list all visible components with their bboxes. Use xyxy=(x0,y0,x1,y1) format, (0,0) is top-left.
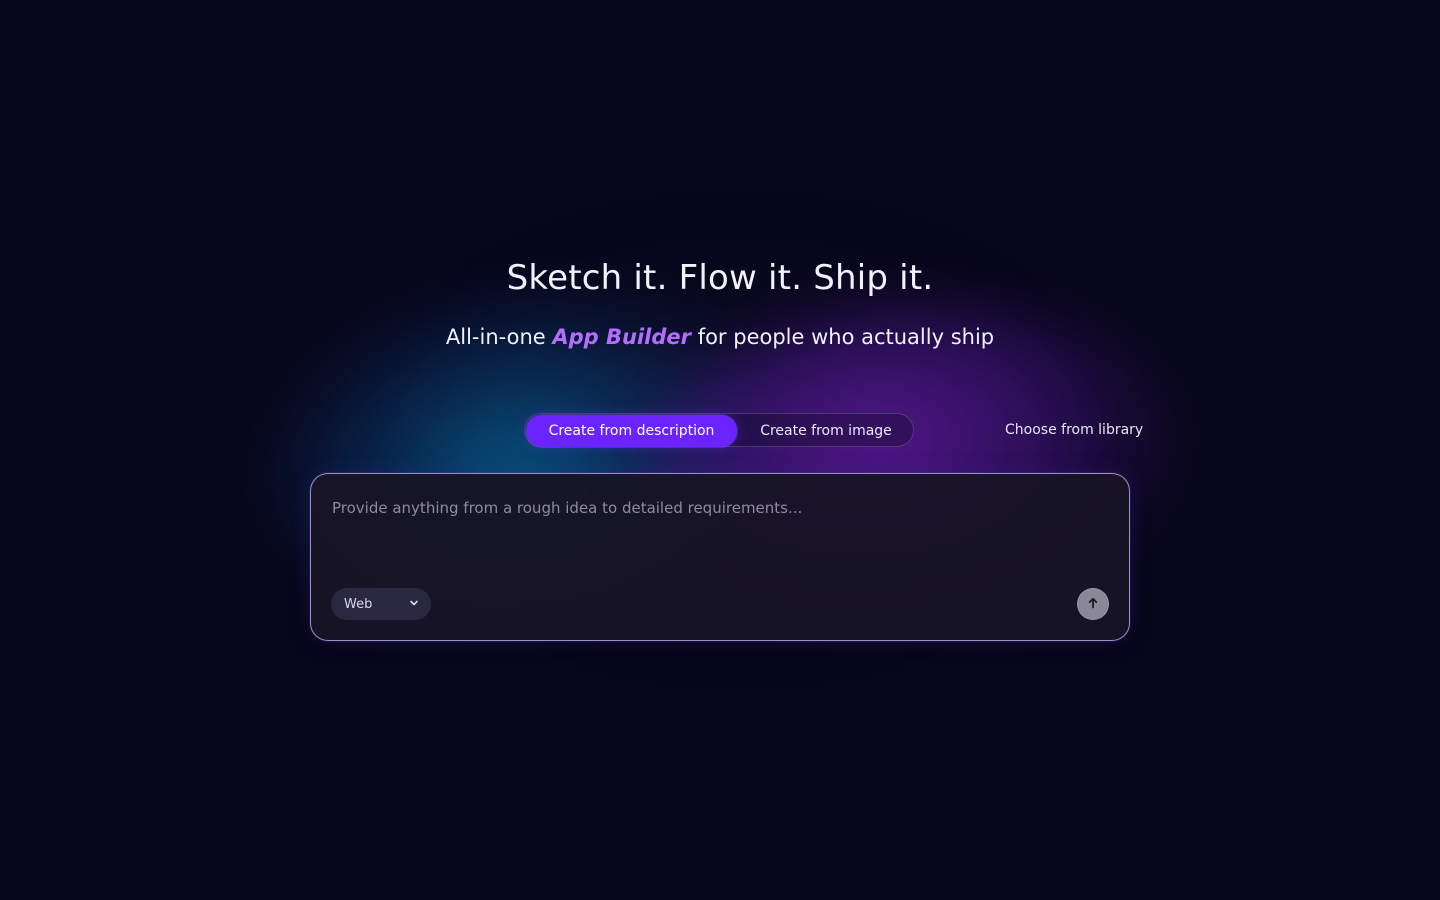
creation-mode-toggle: Create from description Create from imag… xyxy=(524,413,914,447)
send-button[interactable] xyxy=(1077,588,1109,620)
arrow-up-icon xyxy=(1086,595,1100,614)
app-builder-landing-page: Sketch it. Flow it. Ship it. All-in-one … xyxy=(0,0,1440,900)
hero-subtitle-accent: App Builder xyxy=(552,325,691,349)
hero-subtitle-prefix: All-in-one xyxy=(445,325,546,349)
requirements-input[interactable] xyxy=(330,494,1094,534)
hero-subtitle: All-in-one App Builder for people who ac… xyxy=(0,325,1440,349)
choose-from-library-link[interactable]: Choose from library xyxy=(1005,422,1143,438)
hero-subtitle-suffix: for people who actually ship xyxy=(697,325,995,349)
create-from-description-tab[interactable]: Create from description xyxy=(526,415,737,447)
create-from-image-tab[interactable]: Create from image xyxy=(739,415,913,447)
platform-select[interactable]: Web xyxy=(331,588,431,620)
hero-title: Sketch it. Flow it. Ship it. xyxy=(506,258,934,298)
platform-select-value: Web xyxy=(344,596,373,612)
chevron-down-icon xyxy=(408,597,420,609)
prompt-composer: Web xyxy=(310,473,1130,641)
